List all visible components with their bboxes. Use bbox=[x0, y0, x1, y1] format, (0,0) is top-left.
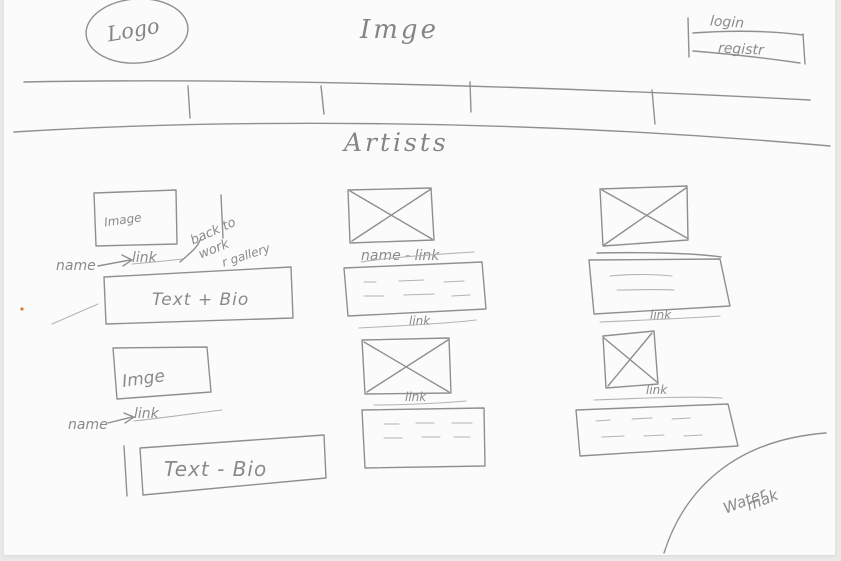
artist-card-2: Imge name link Text - Bio bbox=[68, 346, 327, 497]
nav-divider-4 bbox=[651, 89, 656, 125]
gallery-text-box[interactable] bbox=[588, 258, 731, 315]
gallery-link-4[interactable]: link bbox=[646, 383, 668, 397]
artist-2-bio: Text - Bio bbox=[164, 457, 267, 481]
section-title: Artists bbox=[342, 128, 449, 157]
artist-card-1: Image name link back to work r gallery T… bbox=[51, 189, 294, 325]
nav-divider-1 bbox=[187, 85, 191, 119]
gallery-link-2[interactable]: link bbox=[405, 390, 427, 404]
login-link[interactable]: login bbox=[709, 13, 744, 31]
header: Logo Imge login registr bbox=[85, 0, 806, 65]
nav-divider-2 bbox=[320, 85, 325, 115]
gallery-image-placeholder[interactable] bbox=[599, 185, 689, 247]
arrow-icon bbox=[97, 254, 133, 267]
artist-1-image-label: Image bbox=[103, 210, 142, 229]
wireframe-sketch: Logo Imge login registr Artists Image na… bbox=[13, 0, 831, 554]
gallery-item-3: link bbox=[588, 185, 731, 323]
sketch-paper: Logo Imge login registr Artists Image na… bbox=[4, 0, 835, 555]
smudge-mark bbox=[20, 307, 24, 311]
logo-label: Logo bbox=[104, 14, 161, 47]
nav-divider-3 bbox=[469, 81, 472, 113]
header-image-label: Imge bbox=[359, 15, 439, 45]
watermark: Water mak bbox=[663, 432, 827, 554]
artist-1-name: name bbox=[56, 258, 96, 274]
gallery-item-4: link bbox=[575, 330, 739, 457]
gallery-text-box[interactable] bbox=[343, 261, 487, 317]
gallery-image-placeholder[interactable] bbox=[361, 337, 452, 395]
gallery-text-box[interactable] bbox=[575, 403, 739, 457]
artist-2-image-label: Imge bbox=[121, 366, 166, 392]
gallery-link-1[interactable]: link bbox=[409, 314, 431, 328]
artist-1-bio: Text + Bio bbox=[152, 290, 249, 310]
gallery-item-2: link bbox=[361, 337, 486, 469]
gallery-image-placeholder[interactable] bbox=[347, 187, 435, 244]
gallery-image-placeholder[interactable] bbox=[602, 330, 659, 389]
auth-box: login registr bbox=[687, 13, 806, 65]
gallery-item-1: name - link link bbox=[343, 187, 487, 329]
register-link[interactable]: registr bbox=[718, 40, 766, 58]
gallery-text-box[interactable] bbox=[361, 407, 486, 469]
artist-2-bio-box[interactable] bbox=[123, 445, 128, 497]
artist-2-name: name bbox=[68, 417, 108, 433]
arrow-icon bbox=[107, 412, 135, 424]
gallery-caption[interactable]: name - link bbox=[361, 248, 440, 264]
